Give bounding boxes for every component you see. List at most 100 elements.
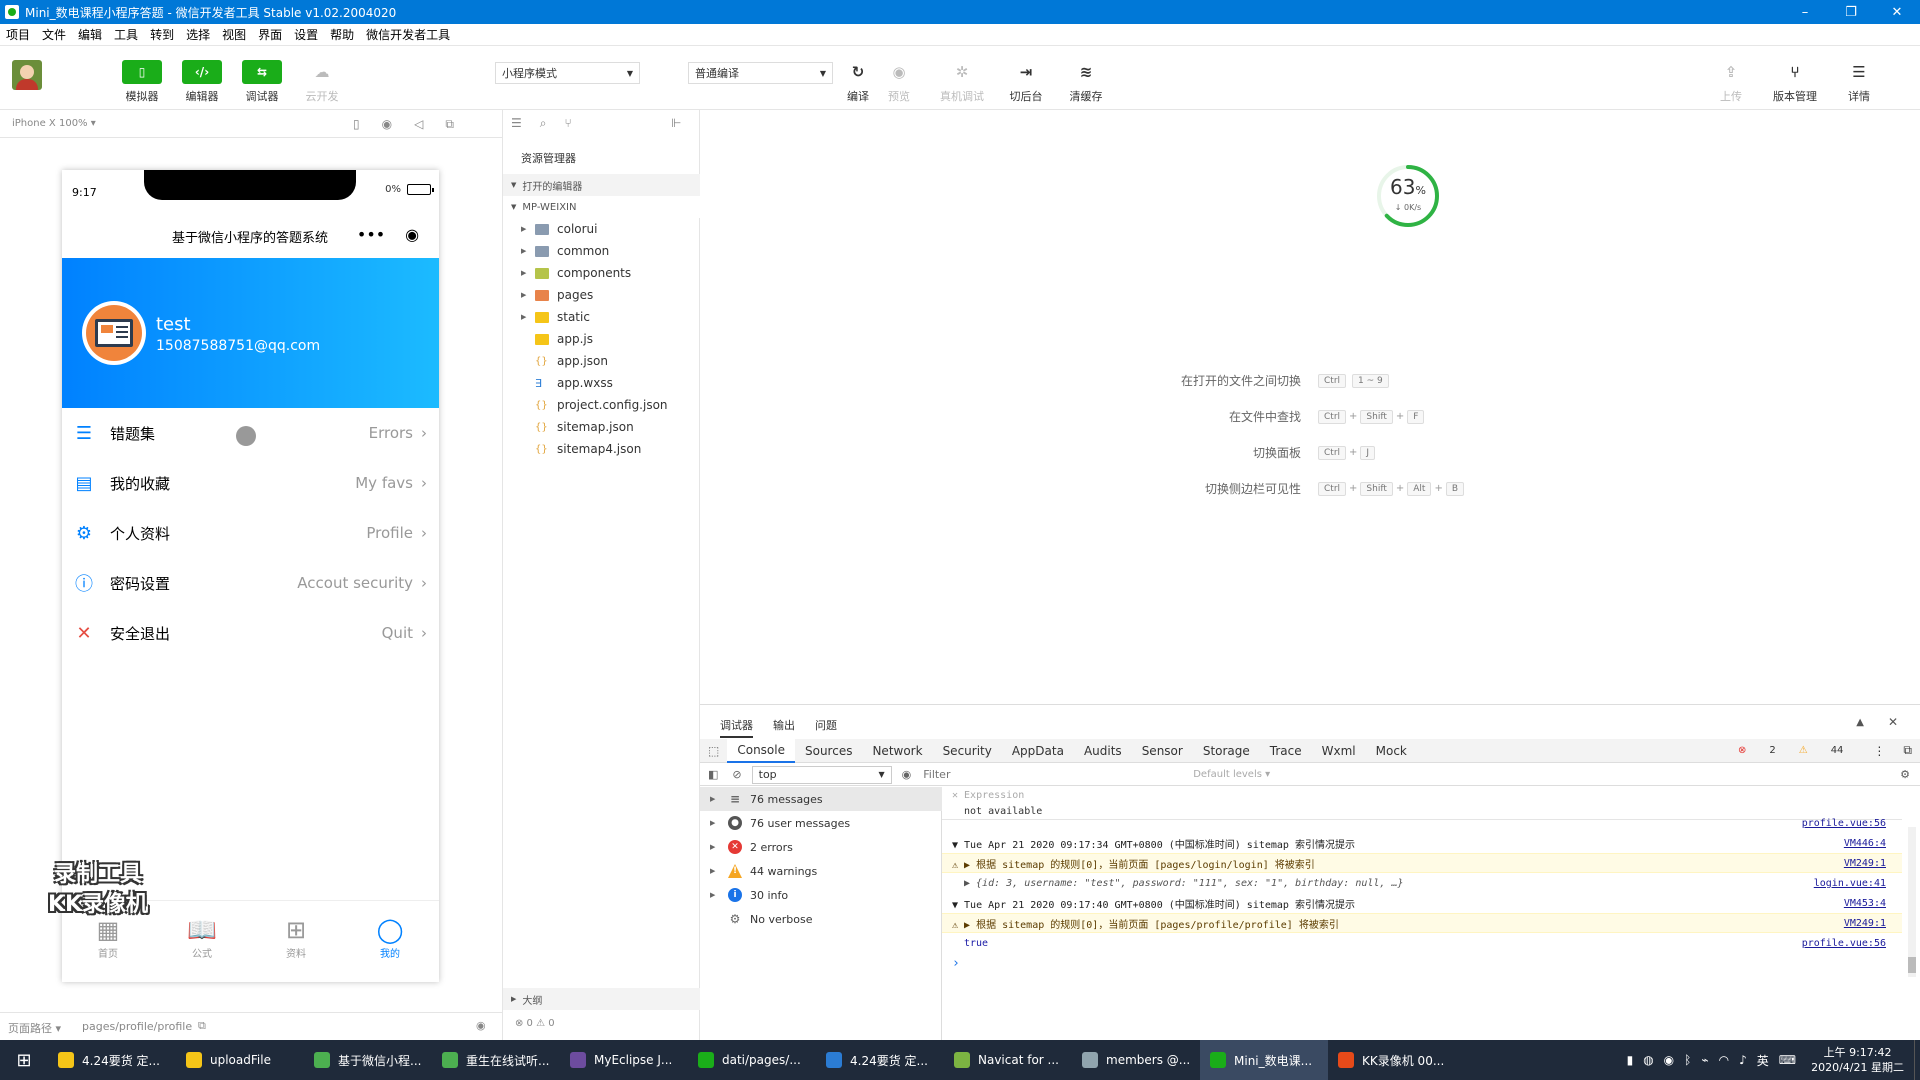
- levels-select[interactable]: Default levels ▾: [1193, 769, 1270, 780]
- tray-bluetooth-icon[interactable]: ᛒ: [1679, 1053, 1696, 1067]
- tray-keyboard-icon[interactable]: ⌨: [1774, 1053, 1801, 1067]
- menu-item-favs[interactable]: ▤ 我的收藏 My favs ›: [62, 458, 439, 508]
- user-messages-filter[interactable]: ▶ ● 76 user messages: [700, 811, 942, 835]
- user-avatar[interactable]: [12, 60, 42, 90]
- clear-cache-button[interactable]: ≋ 清缓存: [1061, 60, 1111, 104]
- taskbar-app[interactable]: 4.24要货 定...: [816, 1040, 944, 1080]
- menu-view[interactable]: 视图: [216, 26, 252, 43]
- window-icon[interactable]: ⧉: [445, 117, 454, 132]
- gear-icon[interactable]: ⚙: [1900, 768, 1910, 781]
- menu-file[interactable]: 文件: [36, 26, 72, 43]
- taskbar-app[interactable]: 4.24要货 定...: [48, 1040, 176, 1080]
- tray-volume-icon[interactable]: ♪: [1734, 1053, 1752, 1067]
- folder-components[interactable]: ▶ components: [503, 262, 701, 284]
- folder-colorui[interactable]: ▶ colorui: [503, 218, 701, 240]
- start-button[interactable]: ⊞: [0, 1040, 48, 1080]
- taskbar-app[interactable]: Navicat for ...: [944, 1040, 1072, 1080]
- close-icon[interactable]: ✕: [952, 790, 958, 801]
- page-path-label[interactable]: 页面路径 ▾: [8, 1020, 61, 1036]
- tab-network[interactable]: Network: [862, 744, 932, 758]
- more-icon[interactable]: •••: [357, 225, 385, 244]
- version-button[interactable]: ⑂ 版本管理: [1770, 60, 1820, 104]
- console-object[interactable]: ▶ {id: 3, username: "test", password: "1…: [942, 873, 1902, 893]
- taskbar-app[interactable]: Mini_数电课...: [1200, 1040, 1328, 1080]
- sidebar-toggle-icon[interactable]: ◧: [708, 768, 718, 781]
- minimize-button[interactable]: –: [1782, 0, 1828, 24]
- console-warning[interactable]: ⚠ ▶ 根据 sitemap 的规则[0]，当前页面 [pages/profil…: [942, 913, 1902, 933]
- search-icon[interactable]: ⌕: [540, 116, 547, 131]
- open-editors-section[interactable]: ▼ 打开的编辑器: [503, 174, 701, 196]
- folder-static[interactable]: ▶ static: [503, 306, 701, 328]
- collapse-icon[interactable]: ⊩: [671, 116, 681, 130]
- compile-mode-select[interactable]: 普通编译 ▼: [688, 62, 833, 84]
- file-app-json[interactable]: {} app.json: [503, 350, 701, 372]
- outline-section[interactable]: ▶ 大纲: [503, 988, 701, 1010]
- tab-mine[interactable]: ◯ 我的: [360, 915, 420, 960]
- background-button[interactable]: ⇥ 切后台: [1001, 60, 1051, 104]
- copy-icon[interactable]: ⧉: [198, 1019, 206, 1033]
- console-group[interactable]: ▼ Tue Apr 21 2020 09:17:40 GMT+0800 (中国标…: [942, 893, 1902, 913]
- console-warning[interactable]: ⚠ ▶ 根据 sitemap 的规则[0]，当前页面 [pages/login/…: [942, 853, 1902, 873]
- close-button[interactable]: ✕: [1874, 0, 1920, 24]
- git-icon[interactable]: ⑂: [565, 116, 572, 131]
- console-scrollbar[interactable]: [1908, 827, 1916, 977]
- tray-app-icon[interactable]: ◉: [1659, 1053, 1679, 1067]
- file-app-js[interactable]: app.js: [503, 328, 701, 350]
- info-filter[interactable]: ▶ i 30 info: [700, 883, 942, 907]
- menu-settings[interactable]: 设置: [288, 26, 324, 43]
- menu-select[interactable]: 选择: [180, 26, 216, 43]
- menu-help[interactable]: 帮助: [324, 26, 360, 43]
- avatar[interactable]: [82, 301, 146, 365]
- tab-debugger[interactable]: 调试器: [720, 717, 753, 738]
- undock-icon[interactable]: ⧉: [1895, 743, 1920, 758]
- warnings-filter[interactable]: ▶ ! 44 warnings: [700, 859, 942, 883]
- upload-button[interactable]: ⇪ 上传: [1706, 60, 1756, 104]
- volume-icon[interactable]: ◁: [414, 117, 423, 132]
- menu-edit[interactable]: 编辑: [72, 26, 108, 43]
- tray-battery-icon[interactable]: ▮: [1622, 1053, 1639, 1067]
- taskbar-app[interactable]: 重生在线试听...: [432, 1040, 560, 1080]
- tray-network-icon[interactable]: ◍: [1638, 1053, 1658, 1067]
- mode-select[interactable]: 小程序模式 ▼: [495, 62, 640, 84]
- tray-ime-icon[interactable]: 英: [1752, 1052, 1774, 1069]
- tab-audits[interactable]: Audits: [1074, 744, 1132, 758]
- debugger-button[interactable]: ⇆ 调试器: [237, 60, 287, 104]
- tab-trace[interactable]: Trace: [1260, 744, 1312, 758]
- taskbar-app[interactable]: dati/pages/...: [688, 1040, 816, 1080]
- close-icon[interactable]: ✕: [1888, 715, 1898, 729]
- errors-filter[interactable]: ▶ ✕ 2 errors: [700, 835, 942, 859]
- context-select[interactable]: top ▼: [751, 765, 892, 784]
- file-sitemap[interactable]: {} sitemap.json: [503, 416, 701, 438]
- remote-debug-button[interactable]: ✲ 真机调试: [937, 60, 987, 104]
- tray-wifi-icon[interactable]: ◠: [1714, 1053, 1734, 1067]
- folder-common[interactable]: ▶ common: [503, 240, 701, 262]
- taskbar-app[interactable]: MyEclipse J...: [560, 1040, 688, 1080]
- folder-pages[interactable]: ▶ pages: [503, 284, 701, 306]
- maximize-button[interactable]: ❐: [1828, 0, 1874, 24]
- project-section[interactable]: ▼ MP-WEIXIN: [503, 196, 701, 218]
- menu-item-profile[interactable]: ⚙ 个人资料 Profile ›: [62, 508, 439, 558]
- taskbar-app[interactable]: 基于微信小程...: [304, 1040, 432, 1080]
- file-sitemap4[interactable]: {} sitemap4.json: [503, 438, 701, 460]
- console-prompt[interactable]: ›: [942, 953, 1902, 973]
- menu-devtools[interactable]: 微信开发者工具: [360, 26, 456, 43]
- problems-status[interactable]: ⊗ 0 ⚠ 0: [515, 1018, 555, 1029]
- preview-button[interactable]: ◉ 预览: [874, 60, 924, 104]
- menu-goto[interactable]: 转到: [144, 26, 180, 43]
- eye-icon[interactable]: ◉: [476, 1019, 486, 1032]
- taskbar-app[interactable]: members @...: [1072, 1040, 1200, 1080]
- menu-interface[interactable]: 界面: [252, 26, 288, 43]
- tab-problems[interactable]: 问题: [815, 717, 837, 738]
- tab-storage[interactable]: Storage: [1193, 744, 1260, 758]
- messages-filter[interactable]: ▶ ≡ 76 messages: [700, 787, 942, 811]
- tab-security[interactable]: Security: [933, 744, 1002, 758]
- show-desktop-button[interactable]: [1914, 1040, 1920, 1080]
- console-group[interactable]: ▼ Tue Apr 21 2020 09:17:34 GMT+0800 (中国标…: [942, 833, 1902, 853]
- simulator-button[interactable]: ▯ 模拟器: [117, 60, 167, 104]
- tab-materials[interactable]: ⊞ 资料: [266, 915, 326, 960]
- scrollbar-thumb[interactable]: [1908, 957, 1916, 973]
- eye-icon[interactable]: ◉: [902, 768, 912, 781]
- taskbar-app[interactable]: uploadFile: [176, 1040, 304, 1080]
- tray-usb-icon[interactable]: ⌁: [1696, 1053, 1713, 1067]
- record-icon[interactable]: ◉: [382, 117, 392, 132]
